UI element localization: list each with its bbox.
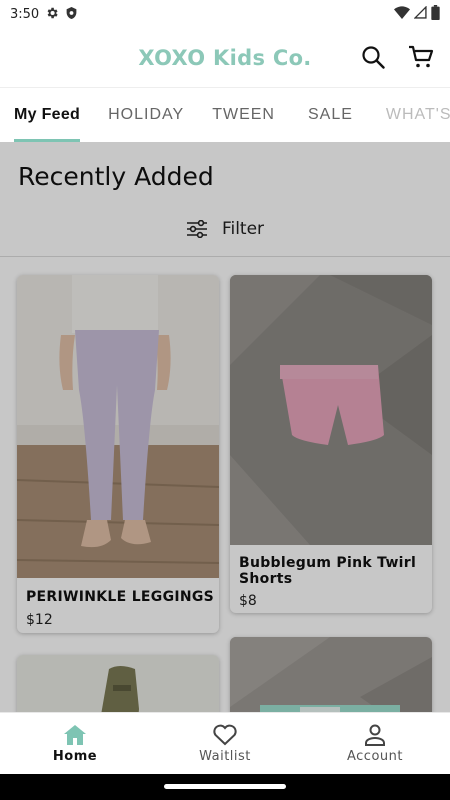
product-name: PERIWINKLE LEGGINGS — [26, 589, 215, 605]
tab-label: WHAT'S N — [385, 106, 450, 123]
nav-account[interactable]: Account — [300, 713, 450, 774]
product-image — [230, 275, 432, 545]
tab-label: HOLIDAY — [108, 106, 185, 123]
tab-sale[interactable]: SALE — [308, 88, 353, 142]
filter-sliders-icon — [186, 220, 207, 238]
product-image — [17, 655, 219, 712]
product-card[interactable]: PERIWINKLE LEGGINGS $12 — [17, 275, 219, 633]
tab-label: SALE — [307, 106, 353, 123]
product-name: Bubblegum Pink Twirl Shorts — [239, 555, 417, 587]
tab-holiday[interactable]: HOLIDAY — [108, 88, 184, 142]
nav-home[interactable]: Home — [0, 713, 150, 774]
feed-content: Recently Added Filter PERIWINKLE LEGGING… — [0, 142, 450, 712]
nav-waitlist[interactable]: Waitlist — [150, 713, 300, 774]
search-icon — [362, 46, 385, 69]
filter-label: Filter — [221, 219, 265, 239]
product-image — [17, 275, 219, 578]
nav-label: Waitlist — [199, 748, 251, 764]
app-header: XOXO Kids Co. — [0, 28, 450, 88]
product-card[interactable] — [17, 655, 219, 712]
battery-icon — [431, 5, 440, 23]
tab-my-feed[interactable]: My Feed — [14, 88, 81, 142]
tab-label: TWEEN — [212, 106, 275, 123]
tab-label: My Feed — [14, 106, 81, 123]
brand-logo[interactable]: XOXO Kids Co. — [138, 46, 311, 70]
status-time: 3:50 — [10, 6, 40, 22]
settings-gear-icon — [45, 6, 59, 23]
status-bar: 3:50 — [0, 0, 450, 28]
product-card[interactable] — [230, 637, 432, 712]
shield-icon — [65, 6, 78, 23]
product-price: $12 — [26, 612, 53, 628]
section-title: Recently Added — [18, 162, 214, 191]
person-icon — [365, 724, 385, 746]
product-image — [230, 637, 432, 712]
search-button[interactable] — [358, 42, 388, 72]
bottom-nav: Home Waitlist Account — [0, 712, 450, 774]
nav-label: Account — [347, 748, 403, 764]
home-gesture-pill[interactable] — [164, 784, 286, 789]
wifi-icon — [394, 5, 410, 23]
system-navigation-bar — [0, 774, 450, 800]
tab-whats-new[interactable]: WHAT'S N — [386, 88, 450, 142]
cart-button[interactable] — [406, 42, 436, 72]
home-icon — [64, 724, 86, 745]
filter-button[interactable]: Filter — [0, 202, 450, 257]
tab-tween[interactable]: TWEEN — [212, 88, 275, 142]
product-price: $8 — [239, 593, 257, 609]
heart-icon — [213, 724, 237, 745]
category-tabs: My Feed HOLIDAY TWEEN SALE WHAT'S N — [0, 88, 450, 142]
cart-icon — [409, 45, 434, 68]
nav-label: Home — [52, 748, 98, 764]
cell-signal-icon — [413, 5, 427, 22]
product-card[interactable]: Bubblegum Pink Twirl Shorts $8 — [230, 275, 432, 613]
